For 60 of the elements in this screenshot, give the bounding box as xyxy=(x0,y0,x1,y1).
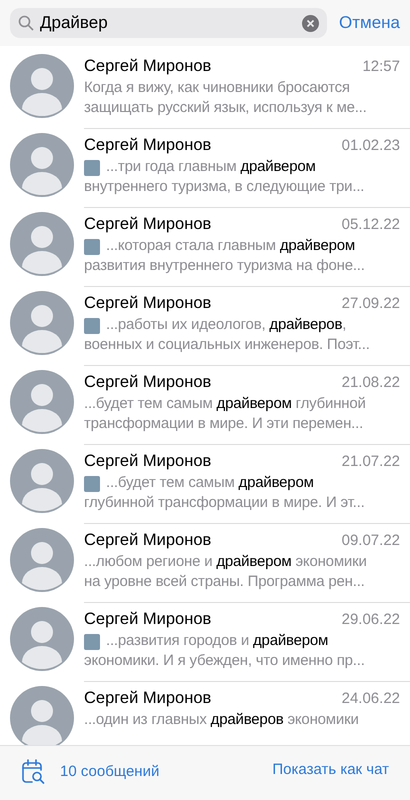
sender-name: Сергей Миронов xyxy=(84,688,212,708)
message-time: 21.08.22 xyxy=(342,373,400,393)
message-time: 27.09.22 xyxy=(342,294,400,314)
search-result[interactable]: Сергей Миронов 29.06.22 ...развития городов и драйвером экономики. И я убежден, что именно пр... xyxy=(0,603,410,682)
message-preview: ...три года главным драйвером xyxy=(106,157,316,178)
avatar-icon xyxy=(10,449,74,513)
message-preview: ...развития городов и драйвером xyxy=(106,631,328,652)
message-preview: глубинной трансформации в мире. И эт... xyxy=(84,493,365,514)
show-as-chat-button[interactable]: Показать как чат xyxy=(272,759,389,782)
sender-name: Сергей Миронов xyxy=(84,293,212,313)
message-preview: ...будет тем самым драйвером глубинной xyxy=(84,394,366,414)
message-count: 10 сообщений xyxy=(60,762,160,782)
search-text: Драйвер xyxy=(40,12,109,34)
search-result[interactable]: Сергей Миронов 24.06.22 ...один из главных драйверов экономики xyxy=(0,682,410,745)
avatar-icon xyxy=(10,133,74,197)
sender-name: Сергей Миронов xyxy=(84,451,212,471)
search-result[interactable]: Сергей Миронов 21.08.22 ...будет тем самым драйвером глубинной трансформации в мире. И эти перемен... xyxy=(0,366,410,445)
avatar-icon xyxy=(10,291,74,355)
message-preview: ...работы их идеологов, драйверов, xyxy=(106,315,346,336)
search-icon xyxy=(18,15,34,31)
search-field[interactable]: Драйвер xyxy=(10,8,327,38)
message-preview: Когда я вижу, как чиновники бросаются xyxy=(84,78,350,98)
message-preview: на уровне всей страны. Программа рен... xyxy=(84,572,365,592)
message-preview: экономики. И я убежден, что именно пр... xyxy=(84,651,365,672)
message-preview: внутреннего туризма, в следующие три... xyxy=(84,177,364,198)
message-preview: ...которая стала главным драйвером xyxy=(106,236,355,256)
avatar-icon xyxy=(10,212,74,276)
message-time: 12:57 xyxy=(362,57,400,77)
cancel-button[interactable]: Отмена xyxy=(339,10,400,36)
sender-name: Сергей Миронов xyxy=(84,56,212,76)
message-time: 01.02.23 xyxy=(342,136,400,156)
message-preview: ...любом регионе и драйвером экономики xyxy=(84,552,367,572)
sender-name: Сергей Миронов xyxy=(84,135,212,155)
search-result[interactable]: Сергей Миронов 27.09.22 ...работы их идеологов, драйверов, военных и социальных инженеров. Поэт... xyxy=(0,287,410,366)
message-preview: ...один из главных драйверов экономики xyxy=(84,710,359,730)
avatar-icon xyxy=(10,607,74,671)
search-result[interactable]: Сергей Миронов 09.07.22 ...любом регионе и драйвером экономики на уровне всей страны. Программа рен... xyxy=(0,524,410,603)
avatar-icon xyxy=(10,54,74,118)
message-preview: трансформации в мире. И эти перемен... xyxy=(84,414,364,434)
sender-name: Сергей Миронов xyxy=(84,372,212,392)
message-time: 24.06.22 xyxy=(342,689,400,709)
message-preview: ...будет тем самым драйвером xyxy=(106,473,314,494)
avatar-icon xyxy=(10,370,74,434)
message-time: 05.12.22 xyxy=(342,215,400,235)
calendar-search-icon[interactable] xyxy=(21,759,45,785)
search-result[interactable]: Сергей Миронов 21.07.22 ...будет тем самым драйвером глубинной трансформации в мире. И эт... xyxy=(0,445,410,524)
message-time: 29.06.22 xyxy=(342,610,400,630)
sender-name: Сергей Миронов xyxy=(84,609,212,629)
message-time: 09.07.22 xyxy=(342,531,400,551)
sender-name: Сергей Миронов xyxy=(84,530,212,550)
sender-name: Сергей Миронов xyxy=(84,214,212,234)
message-preview: военных и социальных инженеров. Поэт... xyxy=(84,335,370,356)
message-time: 21.07.22 xyxy=(342,452,400,472)
clear-icon[interactable] xyxy=(302,14,319,32)
message-preview: защищать русский язык, используя к ме... xyxy=(84,98,367,118)
search-result[interactable]: Сергей Миронов 12:57 Когда я вижу, как чиновники бросаются защищать русский язык, используя к ме... xyxy=(0,50,410,129)
search-result[interactable]: Сергей Миронов 05.12.22 ...которая стала главным драйвером развития внутреннего туризма на фоне... xyxy=(0,208,410,287)
avatar-icon xyxy=(10,528,74,592)
search-result[interactable]: Сергей Миронов 01.02.23 ...три года главным драйвером внутреннего туризма, в следующие три... xyxy=(0,129,410,208)
message-preview: развития внутреннего туризма на фоне... xyxy=(84,256,365,276)
